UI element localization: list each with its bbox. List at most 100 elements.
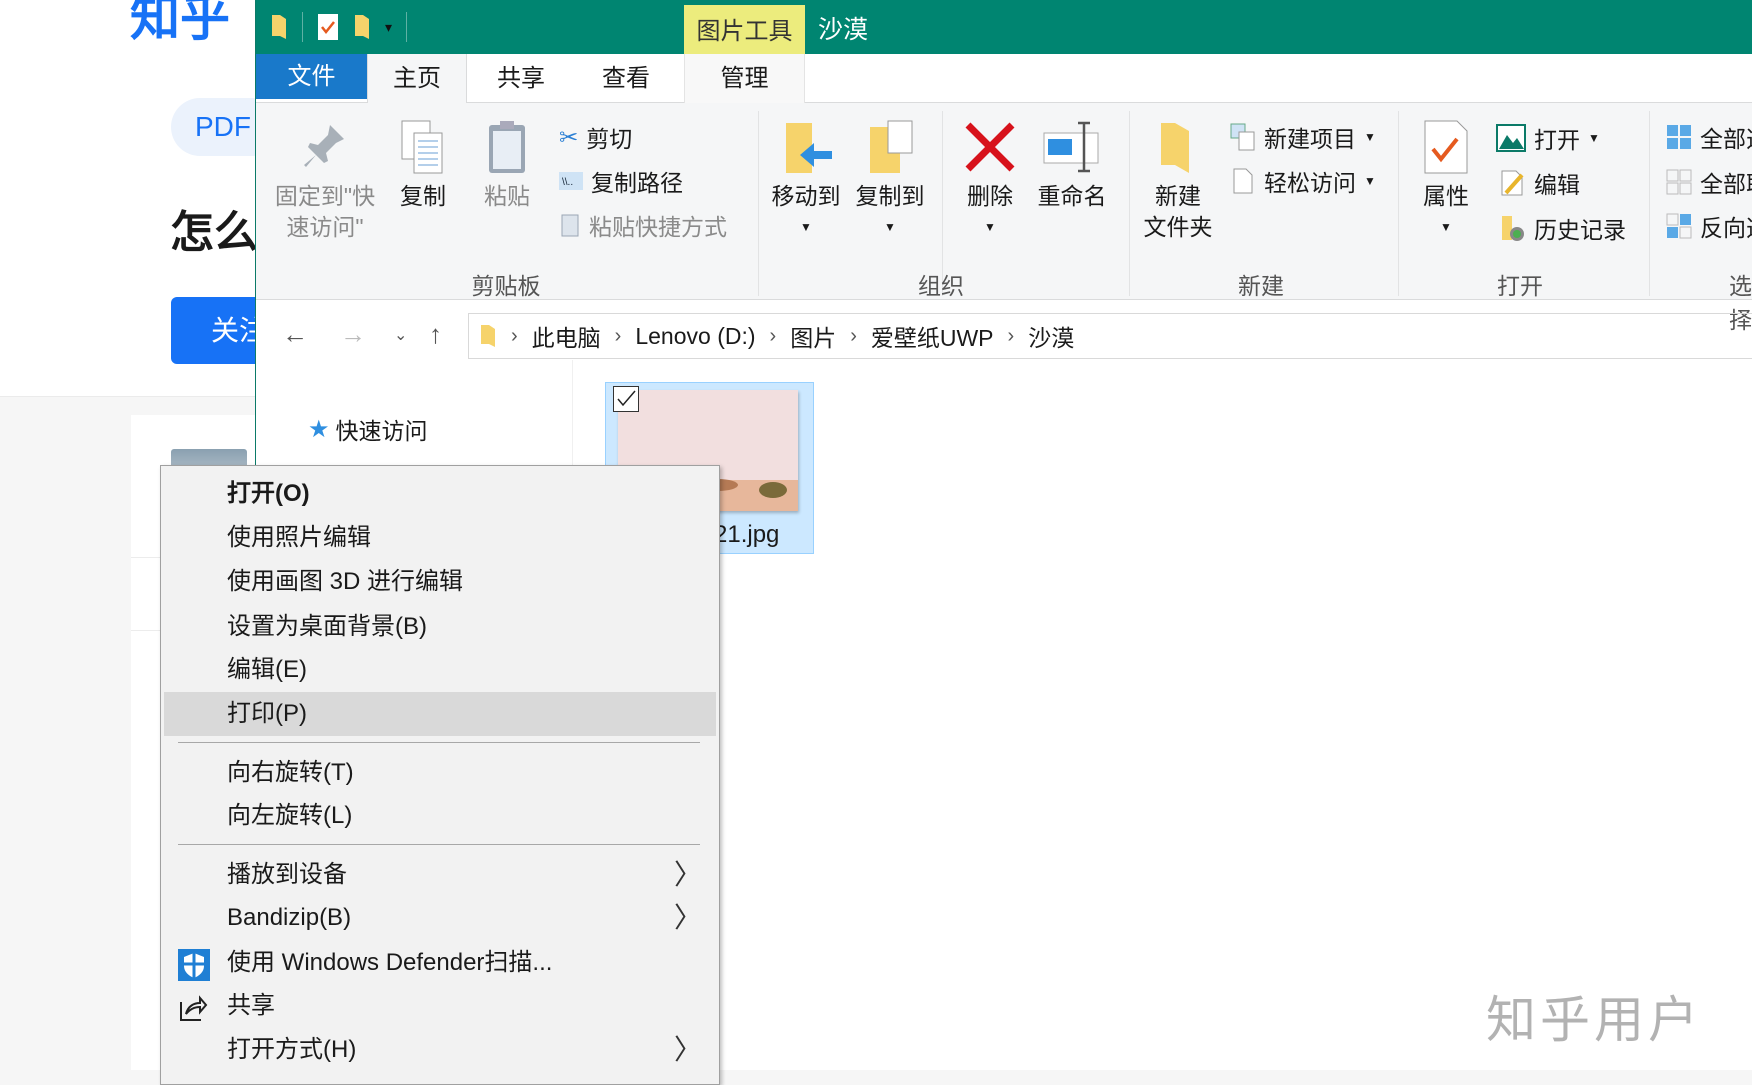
copy-to-icon	[870, 120, 913, 173]
new-item-icon	[1230, 123, 1255, 151]
menu-item-share[interactable]: 共享	[164, 984, 716, 1028]
rename-button[interactable]: 重命名	[1034, 119, 1110, 212]
breadcrumb-wallpaper[interactable]: 爱壁纸UWP	[871, 319, 994, 353]
selection-checkbox[interactable]	[613, 386, 639, 412]
edit-button[interactable]: 编辑	[1500, 166, 1580, 200]
menu-item-set-desktop-background[interactable]: 设置为桌面背景(B)	[164, 605, 716, 649]
chevron-right-icon: 〉	[673, 859, 702, 890]
edit-label: 编辑	[1534, 172, 1580, 198]
select-none-button[interactable]: 全部取消	[1666, 165, 1752, 199]
question-title: 怎么	[170, 208, 258, 257]
back-arrow-icon[interactable]: ←	[282, 319, 308, 350]
shield-icon	[178, 949, 210, 981]
customize-dropdown-icon[interactable]: ▾	[385, 19, 392, 36]
breadcrumb-drive[interactable]: Lenovo (D:)	[635, 323, 755, 350]
chevron-right-icon[interactable]: ›	[1008, 325, 1015, 348]
move-to-label: 移动到	[771, 183, 841, 209]
tab-manage[interactable]: 管理	[684, 54, 805, 103]
copy-path-button[interactable]: \\.. 复制路径	[559, 164, 683, 198]
history-button[interactable]: 历史记录	[1500, 211, 1626, 245]
dropdown-caret-icon: ▼	[1364, 174, 1376, 188]
zhihu-logo[interactable]: 知乎	[130, 0, 230, 50]
select-all-icon	[1667, 125, 1691, 149]
new-folder-label-line1: 新建	[1155, 183, 1201, 209]
menu-item-open[interactable]: 打开(O)	[164, 472, 716, 516]
star-icon: ★	[308, 415, 330, 443]
pin-to-quick-access-button[interactable]: 固定到"快 速访问"	[270, 119, 380, 243]
share-icon	[180, 995, 208, 1021]
scissors-icon: ✂	[559, 123, 579, 150]
menu-item-edit-with-paint3d[interactable]: 使用画图 3D 进行编辑	[164, 560, 716, 604]
menu-item-rotate-right[interactable]: 向右旋转(T)	[164, 751, 716, 795]
tab-home[interactable]: 主页	[367, 54, 467, 104]
menu-item-label: 使用 Windows Defender扫描...	[227, 949, 553, 976]
chevron-right-icon[interactable]: ›	[511, 325, 518, 348]
select-none-label: 全部取消	[1700, 171, 1752, 197]
invert-selection-label: 反向选择	[1700, 215, 1752, 241]
tab-file[interactable]: 文件	[256, 54, 367, 99]
easy-access-label: 轻松访问	[1264, 170, 1356, 196]
group-label-clipboard: 剪贴板	[471, 273, 541, 299]
properties-button[interactable]: 属性 ▼	[1416, 119, 1476, 243]
pin-icon	[304, 125, 344, 167]
folder-icon[interactable]	[270, 13, 288, 41]
history-label: 历史记录	[1534, 217, 1626, 243]
dropdown-caret-icon: ▼	[800, 220, 812, 234]
cut-button[interactable]: ✂ 剪切	[559, 120, 632, 154]
forward-arrow-icon[interactable]: →	[340, 319, 366, 350]
invert-selection-icon	[1666, 213, 1692, 239]
edit-icon	[1501, 170, 1524, 196]
breadcrumb-this-pc[interactable]: 此电脑	[532, 319, 601, 353]
quick-access-toolbar: ▾	[270, 12, 408, 42]
new-folder-icon[interactable]	[353, 13, 371, 41]
new-item-button[interactable]: 新建项目 ▼	[1230, 120, 1376, 154]
breadcrumb-desert[interactable]: 沙漠	[1028, 319, 1074, 353]
menu-item-print[interactable]: 打印(P)	[164, 692, 716, 736]
select-all-button[interactable]: 全部选择	[1666, 120, 1752, 154]
tab-label: 主页	[393, 65, 441, 92]
menu-item-label: 播放到设备	[227, 861, 347, 888]
up-arrow-icon[interactable]: ↑	[429, 319, 442, 350]
menu-item-label: Bandizip(B)	[227, 904, 352, 931]
menu-item-rotate-left[interactable]: 向左旋转(L)	[164, 794, 716, 838]
copy-button[interactable]: 复制	[396, 119, 450, 212]
recent-locations-chevron-icon[interactable]: ⌄	[394, 325, 407, 345]
delete-button[interactable]: 删除 ▼	[961, 119, 1019, 243]
chevron-right-icon[interactable]: ›	[770, 325, 777, 348]
new-folder-button[interactable]: 新建 文件夹	[1142, 119, 1214, 243]
menu-item-defender-scan[interactable]: 使用 Windows Defender扫描...	[164, 941, 716, 985]
move-to-button[interactable]: 移动到 ▼	[768, 119, 844, 243]
menu-item-bandizip[interactable]: Bandizip(B) 〉	[164, 896, 716, 940]
chevron-right-icon: 〉	[673, 902, 702, 933]
move-to-icon	[786, 123, 832, 173]
tab-share[interactable]: 共享	[486, 54, 556, 103]
paste-shortcut-label: 粘贴快捷方式	[589, 214, 727, 240]
copy-to-button[interactable]: 复制到 ▼	[852, 119, 928, 243]
properties-icon[interactable]	[317, 13, 339, 41]
easy-access-button[interactable]: 轻松访问 ▼	[1230, 164, 1376, 198]
nav-quick-access[interactable]: ★ 快速访问	[308, 412, 428, 446]
tab-view[interactable]: 查看	[591, 54, 661, 103]
invert-selection-button[interactable]: 反向选择	[1666, 209, 1752, 243]
ribbon: 固定到"快 速访问" 复制 粘贴 ✂ 剪切 \\.. 复制路径 粘贴快捷方式 剪贴板…	[256, 103, 1752, 333]
address-bar[interactable]: › 此电脑 › Lenovo (D:) › 图片 › 爱壁纸UWP › 沙漠	[468, 313, 1752, 359]
chevron-right-icon[interactable]: ›	[615, 325, 622, 348]
context-menu: 打开(O) 使用照片编辑 使用画图 3D 进行编辑 设置为桌面背景(B) 编辑(…	[160, 465, 720, 1085]
menu-item-open-with[interactable]: 打开方式(H) 〉	[164, 1028, 716, 1072]
group-label-new: 新建	[1238, 273, 1284, 299]
tab-label: 共享	[497, 65, 545, 92]
open-button[interactable]: 打开 ▼	[1496, 121, 1600, 155]
breadcrumb-pictures[interactable]: 图片	[790, 319, 836, 353]
new-folder-icon	[1161, 123, 1189, 173]
menu-item-label: 打开方式(H)	[227, 1036, 357, 1063]
copy-path-label: 复制路径	[591, 170, 683, 196]
menu-item-edit-with-photos[interactable]: 使用照片编辑	[164, 516, 716, 560]
menu-item-label: 打开(O)	[227, 480, 310, 507]
menu-item-cast-to-device[interactable]: 播放到设备 〉	[164, 853, 716, 897]
properties-label: 属性	[1423, 183, 1469, 209]
chevron-right-icon[interactable]: ›	[850, 325, 857, 348]
paste-button[interactable]: 粘贴	[480, 119, 534, 212]
menu-item-label: 使用照片编辑	[227, 524, 371, 551]
menu-item-edit[interactable]: 编辑(E)	[164, 648, 716, 692]
paste-shortcut-button[interactable]: 粘贴快捷方式	[559, 208, 727, 242]
